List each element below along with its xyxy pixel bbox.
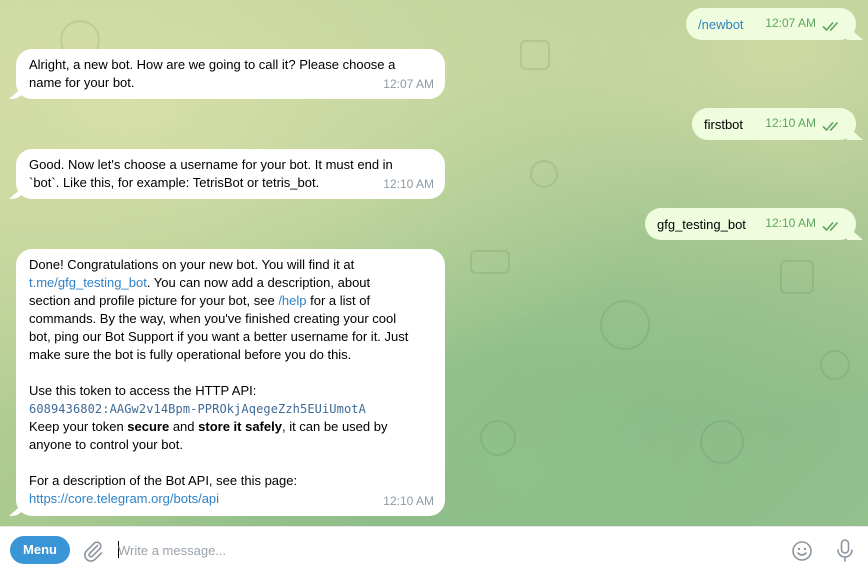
paperclip-icon[interactable] (81, 539, 105, 563)
message-time: 12:10 AM (765, 116, 816, 130)
background-doodle (700, 420, 744, 464)
message-time: 12:10 AM (383, 177, 434, 191)
message-line: bot, ping our Bot Support if you want a … (29, 329, 409, 344)
message-text: and (169, 419, 199, 434)
outgoing-message[interactable]: /newbot 12:07 AM (686, 8, 856, 40)
bold-text: secure (127, 419, 170, 434)
message-line: name for your bot. (29, 75, 135, 90)
incoming-message[interactable]: Good. Now let's choose a username for yo… (16, 149, 445, 199)
background-doodle (780, 260, 814, 294)
message-line: `bot`. Like this, for example: TetrisBot… (29, 175, 320, 190)
message-line: Good. Now let's choose a username for yo… (29, 157, 393, 172)
message-input[interactable] (118, 538, 758, 562)
background-doodle (820, 350, 850, 380)
message-line: Keep your token secure and store it safe… (29, 418, 433, 436)
message-text: section and profile picture for your bot… (29, 293, 279, 308)
double-check-icon (822, 221, 839, 232)
emoji-icon[interactable] (790, 539, 814, 563)
message-text[interactable]: /newbot (698, 16, 744, 34)
message-line: t.me/gfg_testing_bot. You can now add a … (29, 274, 433, 292)
message-time: 12:07 AM (765, 16, 816, 30)
double-check-icon (822, 121, 839, 132)
message-line: make sure the bot is fully operational b… (29, 347, 352, 362)
message-line: anyone to control your bot. (29, 437, 183, 452)
message-line: Use this token to access the HTTP API: (29, 383, 257, 398)
message-text: Keep your token (29, 419, 128, 434)
api-token[interactable]: 6089436802:AAGw2v14Bpm-PPROkjAqegeZzh5EU… (29, 400, 433, 418)
bot-api-link[interactable]: https://core.telegram.org/bots/api (29, 490, 433, 508)
message-text: , it can be used by (281, 419, 388, 434)
background-doodle (470, 250, 510, 274)
menu-button[interactable]: Menu (10, 536, 70, 564)
incoming-message[interactable]: Alright, a new bot. How are we going to … (16, 49, 445, 99)
help-command-link[interactable]: /help (278, 293, 306, 308)
message-line: For a description of the Bot API, see th… (29, 473, 298, 488)
message-text: gfg_testing_bot (657, 217, 746, 232)
message-text: for a list of (306, 293, 371, 308)
chat-background: /newbot 12:07 AM Alright, a new bot. How… (0, 0, 868, 526)
message-line: commands. By the way, when you've finish… (29, 311, 397, 326)
message-composer: Menu (0, 526, 868, 572)
message-line: Alright, a new bot. How are we going to … (29, 57, 396, 72)
double-check-icon (822, 21, 839, 32)
outgoing-message[interactable]: firstbot 12:10 AM (692, 108, 856, 140)
bold-text: store it safely (198, 419, 282, 434)
message-text: . You can now add a description, about (146, 275, 371, 290)
background-doodle (480, 420, 516, 456)
message-text: firstbot (704, 117, 744, 132)
background-doodle (520, 40, 550, 70)
microphone-icon[interactable] (833, 538, 857, 564)
incoming-message[interactable]: Done! Congratulations on your new bot. Y… (16, 249, 445, 516)
message-time: 12:07 AM (383, 77, 434, 91)
background-doodle (530, 160, 558, 188)
message-time: 12:10 AM (383, 494, 434, 508)
outgoing-message[interactable]: gfg_testing_bot 12:10 AM (645, 208, 856, 240)
message-line: Done! Congratulations on your new bot. Y… (29, 257, 355, 272)
background-doodle (600, 300, 650, 350)
message-time: 12:10 AM (765, 216, 816, 230)
bot-link[interactable]: t.me/gfg_testing_bot (29, 275, 147, 290)
message-line: section and profile picture for your bot… (29, 292, 433, 310)
